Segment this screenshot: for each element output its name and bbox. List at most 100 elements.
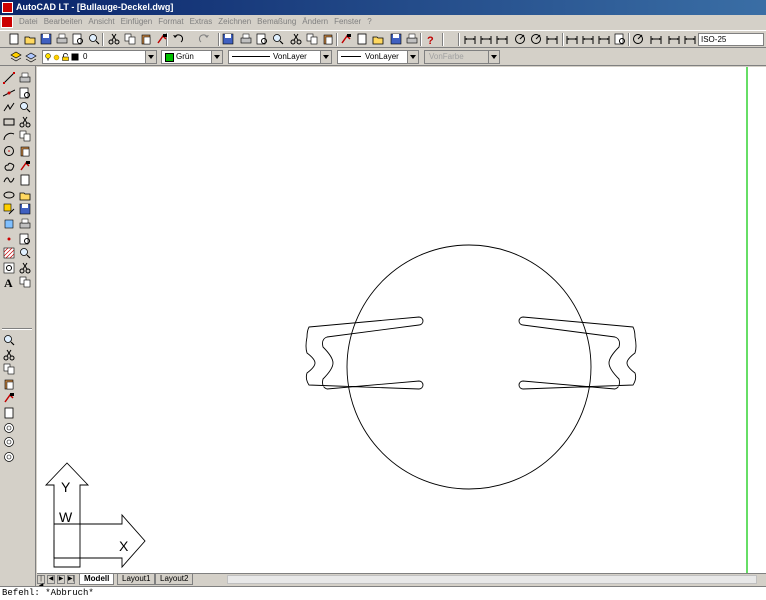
- aligned-dim-icon[interactable]: [480, 33, 492, 45]
- diameter-dim-icon[interactable]: [530, 33, 542, 45]
- zoom-window-icon[interactable]: [356, 33, 368, 45]
- redo-icon[interactable]: [198, 33, 210, 45]
- last-tab-icon[interactable]: ▶|: [67, 575, 75, 584]
- cut-icon[interactable]: [108, 33, 120, 45]
- point-icon[interactable]: [3, 233, 15, 245]
- lineweight-dropdown[interactable]: VonLayer: [337, 50, 419, 64]
- quick-dim-icon[interactable]: [566, 33, 578, 45]
- move-icon[interactable]: [19, 145, 31, 157]
- menu-item[interactable]: Extras: [187, 15, 216, 29]
- zoom-extents-icon[interactable]: [3, 436, 15, 448]
- layer-icon[interactable]: [3, 349, 15, 361]
- print-icon[interactable]: [56, 33, 68, 45]
- menu-item[interactable]: Zeichnen: [215, 15, 254, 29]
- hyperlink-icon[interactable]: [222, 33, 234, 45]
- osnap-icon[interactable]: [256, 33, 268, 45]
- chevron-down-icon[interactable]: [145, 51, 156, 63]
- stretch-icon[interactable]: [19, 189, 31, 201]
- copy-icon[interactable]: [124, 33, 136, 45]
- scale-icon[interactable]: [19, 174, 31, 186]
- first-tab-icon[interactable]: |◀: [37, 575, 45, 589]
- pan-icon[interactable]: [322, 33, 334, 45]
- tab-layout1[interactable]: Layout1: [117, 574, 156, 585]
- ortho-icon[interactable]: [272, 33, 284, 45]
- menu-item[interactable]: Ansicht: [85, 15, 117, 29]
- revision-cloud-icon[interactable]: [3, 160, 15, 172]
- text-icon[interactable]: A: [3, 276, 15, 288]
- make-block-icon[interactable]: [3, 218, 15, 230]
- match-properties-icon[interactable]: [156, 33, 168, 45]
- right-clamp[interactable]: [518, 316, 637, 390]
- trim-icon[interactable]: [19, 203, 31, 215]
- find-icon[interactable]: [88, 33, 100, 45]
- command-line[interactable]: Befehl: *Abbruch*: [0, 586, 766, 600]
- zoom-previous-icon[interactable]: [372, 33, 384, 45]
- snap-icon[interactable]: [240, 33, 252, 45]
- print-preview-icon[interactable]: [72, 33, 84, 45]
- menu-item[interactable]: Format: [155, 15, 186, 29]
- document-icon[interactable]: [1, 16, 13, 28]
- offset-icon[interactable]: [19, 116, 31, 128]
- sun-icon[interactable]: [53, 53, 60, 61]
- explode-icon[interactable]: [19, 276, 31, 288]
- inquiry-icon[interactable]: [3, 392, 15, 404]
- design-center-icon[interactable]: [406, 33, 418, 45]
- measure-icon[interactable]: [3, 407, 15, 419]
- erase-icon[interactable]: [19, 72, 31, 84]
- fillet-icon[interactable]: [19, 262, 31, 274]
- menu-item[interactable]: Bearbeiten: [41, 15, 86, 29]
- menu-item[interactable]: Einfügen: [118, 15, 156, 29]
- menu-item[interactable]: Bemaßung: [254, 15, 299, 29]
- menu-item[interactable]: Fenster: [331, 15, 364, 29]
- drawing-area[interactable]: Y W X: [37, 67, 766, 573]
- construction-line-icon[interactable]: [3, 87, 15, 99]
- tab-modell[interactable]: Modell: [79, 574, 115, 585]
- sketch-icon[interactable]: [3, 378, 15, 390]
- properties-icon[interactable]: [390, 33, 402, 45]
- tolerance-icon[interactable]: [614, 33, 626, 45]
- extend-icon[interactable]: [19, 218, 31, 230]
- color-dropdown[interactable]: Grün: [161, 50, 223, 64]
- chamfer-icon[interactable]: [19, 247, 31, 259]
- insert-block-icon[interactable]: [3, 203, 15, 215]
- lightbulb-icon[interactable]: [45, 53, 51, 61]
- next-tab-icon[interactable]: ▶: [57, 575, 65, 584]
- undo-icon[interactable]: [172, 33, 184, 45]
- edit-icon[interactable]: [3, 363, 15, 375]
- baseline-dim-icon[interactable]: [582, 33, 594, 45]
- linetype-dropdown[interactable]: VonLayer: [228, 50, 332, 64]
- properties-panel-icon[interactable]: [3, 334, 15, 346]
- angular-dim-icon[interactable]: [546, 33, 558, 45]
- ellipse-icon[interactable]: [3, 189, 15, 201]
- break-icon[interactable]: [19, 233, 31, 245]
- dim-style-field[interactable]: ISO-25: [698, 33, 764, 46]
- chevron-down-icon[interactable]: [211, 51, 222, 63]
- mirror-icon[interactable]: [19, 101, 31, 113]
- dim-text-edit-icon[interactable]: [668, 33, 680, 45]
- open-icon[interactable]: [24, 33, 36, 45]
- object-snap-icon[interactable]: [306, 33, 318, 45]
- paste-icon[interactable]: [140, 33, 152, 45]
- porthole-circle[interactable]: [346, 244, 592, 490]
- spline-icon[interactable]: [3, 174, 15, 186]
- polyline-icon[interactable]: [3, 101, 15, 113]
- horizontal-scrollbar[interactable]: [227, 575, 757, 584]
- rotate-icon[interactable]: [19, 160, 31, 172]
- zoom-realtime-icon[interactable]: [340, 33, 352, 45]
- copy-object-icon[interactable]: [19, 87, 31, 99]
- tab-layout2[interactable]: Layout2: [155, 574, 194, 585]
- continue-dim-icon[interactable]: [598, 33, 610, 45]
- tracking-icon[interactable]: [290, 33, 302, 45]
- menu-item[interactable]: Datei: [16, 15, 41, 29]
- chevron-down-icon[interactable]: [407, 51, 418, 63]
- layer-previous-icon[interactable]: [25, 51, 37, 63]
- dim-edit-icon[interactable]: [650, 33, 662, 45]
- zoom-all-icon[interactable]: [3, 451, 15, 463]
- center-mark-icon[interactable]: [632, 33, 644, 45]
- dim-update-icon[interactable]: [684, 33, 696, 45]
- rectangle-icon[interactable]: [3, 116, 15, 128]
- lock-icon[interactable]: [62, 53, 69, 61]
- line-icon[interactable]: [3, 72, 15, 84]
- arc-icon[interactable]: [3, 130, 15, 142]
- new-icon[interactable]: [8, 33, 20, 45]
